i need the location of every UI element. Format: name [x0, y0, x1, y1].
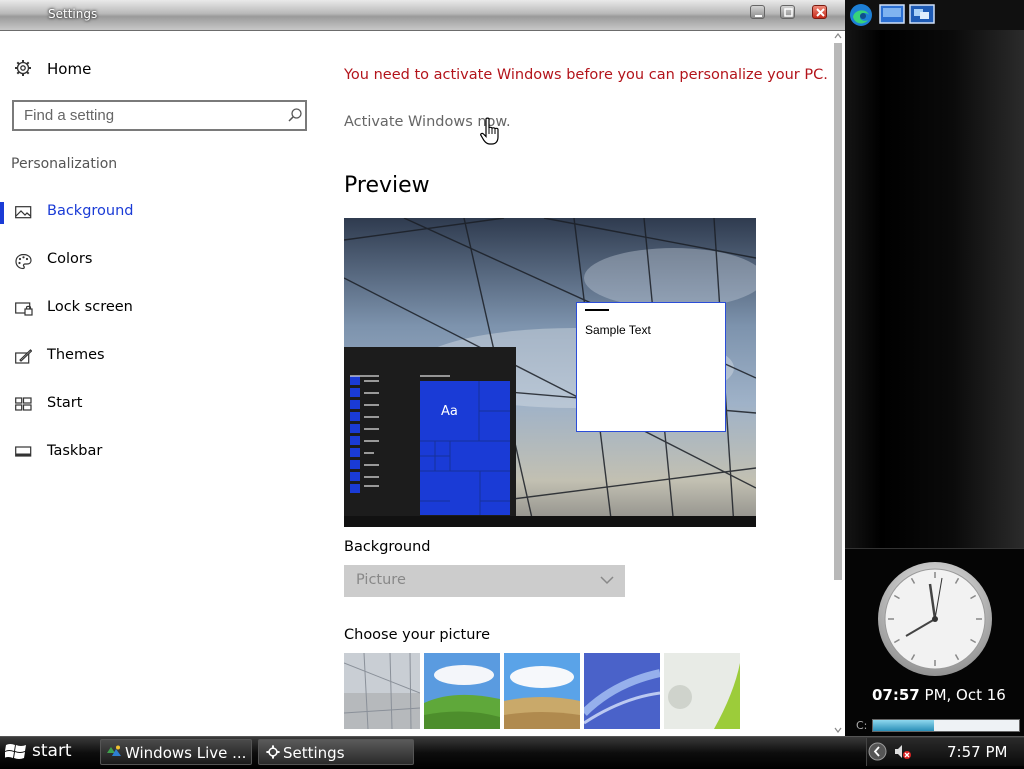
drive-usage-meter: [872, 719, 1020, 732]
nav-item-colors[interactable]: Colors: [0, 245, 320, 277]
blue-swirl-thumbnail: [584, 653, 660, 729]
settings-window: Home Personalization Background Colors L…: [0, 31, 845, 736]
sidebar-quicklaunch: [845, 0, 1024, 30]
nav-item-label: Themes: [47, 347, 105, 363]
autumn-field-thumbnail: [504, 653, 580, 729]
preview-window: Sample Text: [576, 302, 726, 432]
activation-warning: You need to activate Windows before you …: [344, 67, 828, 83]
clock-time-bold: 07:57: [872, 686, 920, 704]
bliss-thumbnail: [424, 653, 500, 729]
nav-item-label: Start: [47, 395, 83, 411]
taskbar-item-label: Settings: [283, 744, 345, 762]
restore-icon: [784, 8, 793, 17]
edge-browser-icon[interactable]: [849, 3, 873, 27]
nav-item-label: Taskbar: [47, 443, 103, 459]
preview-window-titlebar: [585, 309, 609, 311]
tray-expand-icon[interactable]: [868, 742, 887, 761]
scrollbar-thumb[interactable]: [834, 43, 842, 580]
drive-label: C:: [856, 719, 868, 732]
window-title-bar[interactable]: Settings: [0, 0, 845, 31]
taskbar-item-settings[interactable]: Settings: [258, 739, 414, 765]
nav-item-label: Background: [47, 203, 134, 219]
picture-icon: [15, 206, 32, 219]
nav-item-themes[interactable]: Themes: [0, 341, 320, 373]
nav-item-label: Colors: [47, 251, 93, 267]
tray-clock[interactable]: 7:57 PM: [947, 743, 1007, 761]
minimize-button[interactable]: [750, 5, 765, 19]
selection-indicator: [0, 202, 4, 224]
picture-thumbnail[interactable]: [504, 653, 580, 729]
taskbar-item-windows-live[interactable]: Windows Live ...: [100, 739, 252, 765]
search-icon[interactable]: [287, 107, 303, 123]
close-icon: [816, 8, 825, 17]
nav-home-label: Home: [47, 60, 92, 78]
search-field[interactable]: [12, 100, 307, 131]
section-label: Personalization: [11, 156, 118, 172]
nav-home[interactable]: Home: [12, 57, 212, 81]
xbox-thumbnail: [664, 653, 740, 729]
background-dropdown[interactable]: Picture: [344, 565, 625, 597]
preview-tile-text: Aa: [441, 404, 458, 419]
choose-picture-label: Choose your picture: [344, 627, 490, 643]
preview-sample-text: Sample Text: [585, 323, 651, 337]
nav-item-background[interactable]: Background: [0, 197, 320, 229]
glass-building-thumbnail: [344, 653, 420, 729]
close-button[interactable]: [812, 5, 827, 19]
nav-item-taskbar[interactable]: Taskbar: [0, 437, 320, 469]
switch-windows-icon[interactable]: [909, 4, 935, 26]
volume-muted-icon[interactable]: [894, 743, 912, 761]
background-label: Background: [344, 539, 431, 555]
analog-clock-gadget[interactable]: [876, 560, 994, 678]
picture-thumbnail[interactable]: [344, 653, 420, 729]
search-input[interactable]: [24, 107, 274, 124]
picture-thumbnail[interactable]: [584, 653, 660, 729]
brush-icon: [15, 349, 32, 364]
start-button[interactable]: start: [0, 736, 90, 768]
gear-icon: [266, 745, 280, 759]
chevron-down-icon: [600, 576, 614, 585]
palette-icon: [15, 253, 32, 270]
nav-item-label: Lock screen: [47, 299, 133, 315]
show-desktop-icon[interactable]: [879, 4, 905, 26]
gear-icon: [15, 60, 31, 76]
lock-screen-icon: [15, 302, 33, 316]
background-dropdown-value: Picture: [356, 572, 406, 588]
preview-heading: Preview: [344, 173, 430, 198]
clock-datetime: 07:57 PM, Oct 16: [872, 686, 1006, 704]
maximize-button[interactable]: [780, 5, 795, 19]
picture-thumbnail[interactable]: [664, 653, 740, 729]
windows-logo-icon: [5, 744, 26, 759]
nav-item-start[interactable]: Start: [0, 389, 320, 421]
picture-thumbnail[interactable]: [424, 653, 500, 729]
window-title: Settings: [48, 7, 98, 21]
scroll-down-icon[interactable]: [834, 727, 842, 733]
drive-usage-fill: [873, 720, 935, 731]
desktop-preview: Aa Sample Text: [344, 218, 756, 527]
nav-item-lock-screen[interactable]: Lock screen: [0, 293, 320, 325]
taskbar-icon: [15, 446, 32, 457]
hand-cursor-icon: [480, 117, 499, 145]
windows-live-icon: [107, 745, 121, 756]
scroll-up-icon[interactable]: [834, 33, 842, 39]
minimize-icon: [755, 15, 762, 17]
clock-time-rest: PM, Oct 16: [919, 686, 1006, 704]
start-grid-icon: [15, 397, 32, 411]
taskbar-item-label: Windows Live ...: [125, 744, 247, 762]
start-label: start: [32, 741, 72, 761]
